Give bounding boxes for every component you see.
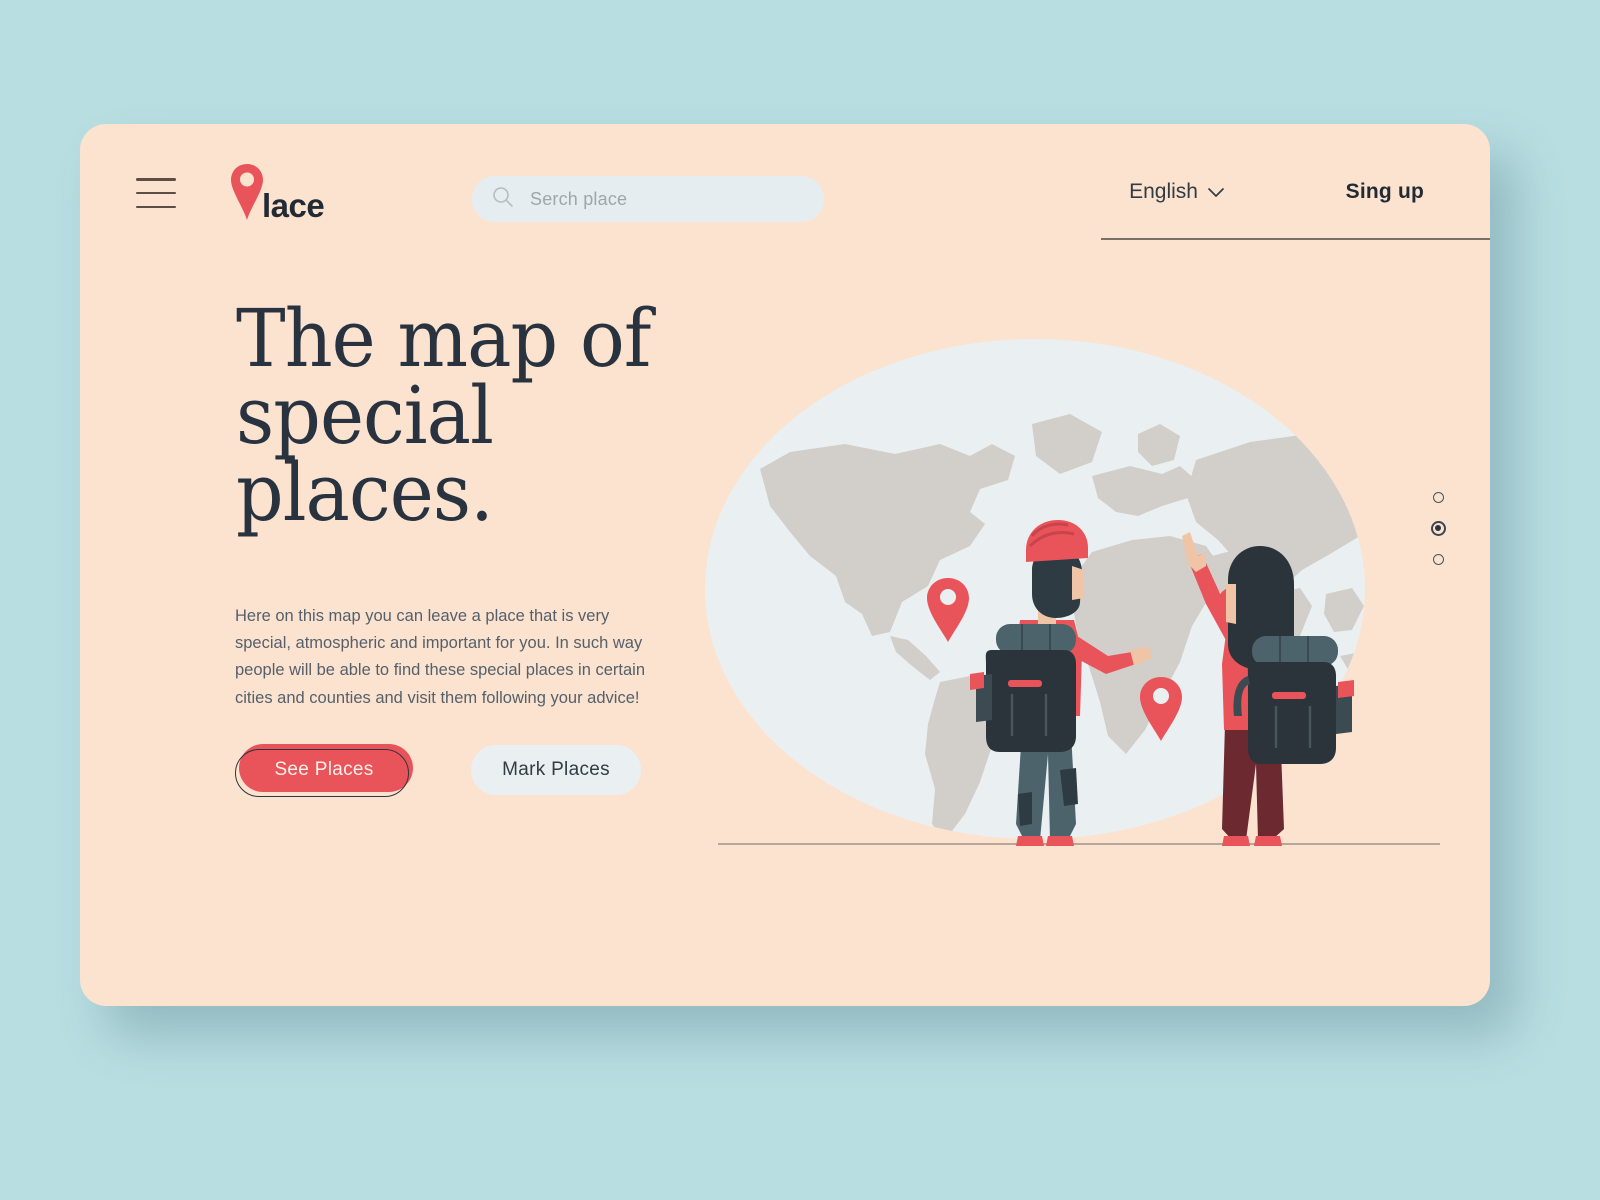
chevron-down-icon: [1208, 180, 1224, 204]
hamburger-menu-icon[interactable]: [136, 178, 176, 208]
mark-places-button[interactable]: Mark Places: [471, 745, 641, 795]
sign-up-button[interactable]: Sing up: [1346, 180, 1424, 204]
see-places-button[interactable]: See Places: [235, 744, 413, 797]
landing-page-card: lace Serch place English Sing up The map…: [80, 124, 1490, 1006]
carousel-dot-3[interactable]: [1433, 554, 1444, 565]
site-logo[interactable]: lace: [230, 163, 325, 226]
map-pin-icon: [230, 163, 264, 226]
language-label: English: [1129, 180, 1198, 203]
hamburger-line: [136, 178, 176, 181]
logo-text: lace: [262, 187, 325, 224]
carousel-pagination: [1431, 492, 1446, 565]
header-divider: [1101, 238, 1490, 240]
hero-description: Here on this map you can leave a place t…: [235, 607, 646, 707]
see-places-label: See Places: [274, 759, 374, 780]
search-icon: [492, 186, 514, 213]
carousel-dot-2[interactable]: [1431, 521, 1446, 536]
cta-button-row: See Places Mark Places: [235, 744, 641, 797]
carousel-dot-1[interactable]: [1433, 492, 1444, 503]
search-input[interactable]: Serch place: [472, 176, 824, 222]
hamburger-line: [136, 191, 176, 195]
hamburger-line: [136, 205, 176, 208]
hero-illustration: [640, 284, 1470, 904]
language-selector[interactable]: English: [1129, 180, 1224, 204]
search-placeholder: Serch place: [530, 188, 628, 209]
site-header: lace Serch place English Sing up: [80, 124, 1490, 242]
